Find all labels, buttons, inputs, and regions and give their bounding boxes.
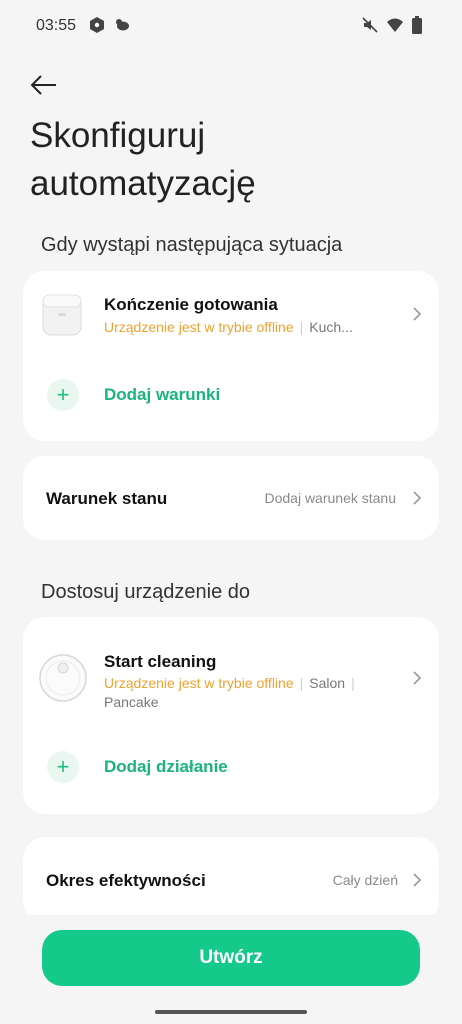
effective-period-label: Okres efektywności: [46, 871, 206, 890]
state-condition-row[interactable]: Warunek stanu Dodaj warunek stanu: [23, 456, 439, 540]
action-device-status: Urządzenie jest w trybie offline: [104, 675, 294, 691]
add-action-label: Dodaj działanie: [104, 757, 228, 776]
action-device-name: Start cleaning: [104, 652, 217, 671]
action-device-room: Salon: [309, 675, 346, 691]
automation-setup-screen: 03:55 Skonfiguruj automatyzację Gdy wyst…: [0, 0, 462, 1024]
chevron-right-icon: [412, 306, 422, 322]
wifi-icon: [386, 17, 404, 38]
state-condition-value: Dodaj warunek stanu: [264, 490, 396, 506]
arrow-left-icon: [28, 75, 58, 104]
state-condition-label: Warunek stanu: [46, 489, 168, 508]
effective-period-value: Cały dzień: [332, 872, 398, 888]
chevron-right-icon: [412, 872, 422, 888]
action-device-extra: Pancake: [104, 694, 159, 710]
status-time: 03:55: [36, 17, 77, 34]
create-button[interactable]: Utwórz: [42, 930, 420, 986]
chevron-right-icon: [412, 490, 422, 506]
battery-icon: [412, 16, 422, 39]
add-action-button[interactable]: + Dodaj działanie: [47, 751, 228, 783]
mute-icon: [362, 17, 378, 38]
add-condition-label: Dodaj warunki: [104, 385, 221, 404]
effective-period-row[interactable]: Okres efektywności Cały dzień: [23, 837, 439, 923]
app-notification-icon: [88, 16, 106, 39]
condition-device-meta: Urządzenie jest w trybie offline | Kuch...: [104, 319, 353, 335]
page-title: Skonfiguruj automatyzację: [30, 116, 256, 203]
add-condition-button[interactable]: + Dodaj warunki: [47, 379, 220, 411]
condition-device-room: Kuch...: [309, 319, 353, 335]
condition-device-status: Urządzenie jest w trybie offline: [104, 319, 294, 335]
status-bar: 03:55: [0, 0, 462, 52]
condition-section-label: Gdy wystąpi następująca sytuacja: [41, 234, 343, 256]
plus-icon: +: [47, 379, 79, 411]
action-device-meta: Urządzenie jest w trybie offline | Salon | P…: [104, 675, 355, 710]
robot-vacuum-icon: [38, 653, 88, 708]
plus-icon: +: [47, 751, 79, 783]
cat-notification-icon: [114, 16, 130, 37]
condition-device-name: Kończenie gotowania: [104, 295, 278, 314]
back-button[interactable]: [28, 70, 62, 100]
condition-device-row[interactable]: Kończenie gotowania Urządzenie jest w tr…: [23, 271, 439, 361]
rice-cooker-icon: [41, 291, 83, 342]
chevron-right-icon: [412, 670, 422, 686]
condition-card: Kończenie gotowania Urządzenie jest w tr…: [23, 271, 439, 441]
home-indicator[interactable]: [155, 1010, 307, 1014]
action-card: Start cleaning Urządzenie jest w trybie …: [23, 617, 439, 814]
action-section-label: Dostosuj urządzenie do: [41, 581, 251, 603]
action-device-row[interactable]: Start cleaning Urządzenie jest w trybie …: [23, 617, 439, 727]
